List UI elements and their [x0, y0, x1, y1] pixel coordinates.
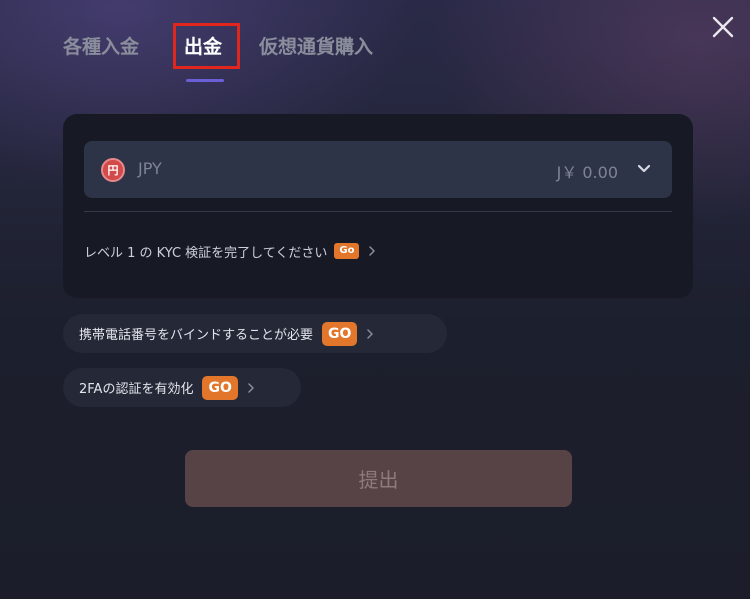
kyc-text: レベル 1 の KYC 検証を完了してください — [84, 245, 328, 261]
twofa-requirement[interactable]: 2FAの認証を有効化 GO — [63, 368, 301, 407]
kyc-verification-link[interactable]: レベル 1 の KYC 検証を完了してください Go — [84, 240, 376, 262]
kyc-go-badge[interactable]: Go — [334, 243, 360, 259]
phone-binding-requirement[interactable]: 携帯電話番号をバインドすることが必要 GO — [63, 314, 447, 353]
active-tab-underline — [186, 79, 224, 82]
yen-icon: 円 — [101, 158, 125, 182]
chevron-down-icon — [637, 164, 651, 173]
chevron-right-icon — [248, 382, 254, 393]
tab-crypto-purchase[interactable]: 仮想通貨購入 — [259, 32, 373, 62]
twofa-text: 2FAの認証を有効化 — [79, 382, 194, 397]
chevron-right-icon — [369, 246, 376, 256]
tab-deposit[interactable]: 各種入金 — [63, 32, 139, 62]
currency-select[interactable]: 円 JPY J￥ 0.00 — [84, 141, 672, 198]
divider — [84, 211, 672, 212]
twofa-go-badge[interactable]: GO — [202, 375, 238, 400]
background — [0, 0, 750, 599]
withdraw-card: 円 JPY J￥ 0.00 レベル 1 の KYC 検証を完了してください Go — [63, 114, 693, 298]
submit-button[interactable]: 提出 — [185, 450, 572, 507]
phone-binding-text: 携帯電話番号をバインドすることが必要 — [79, 328, 314, 343]
close-button[interactable] — [708, 12, 738, 42]
currency-code: JPY — [138, 159, 162, 178]
chevron-right-icon — [367, 328, 374, 339]
active-tab-highlight-box — [173, 23, 240, 69]
currency-balance: J￥ 0.00 — [556, 163, 618, 182]
close-icon — [712, 16, 734, 38]
phone-go-badge[interactable]: GO — [322, 321, 358, 346]
